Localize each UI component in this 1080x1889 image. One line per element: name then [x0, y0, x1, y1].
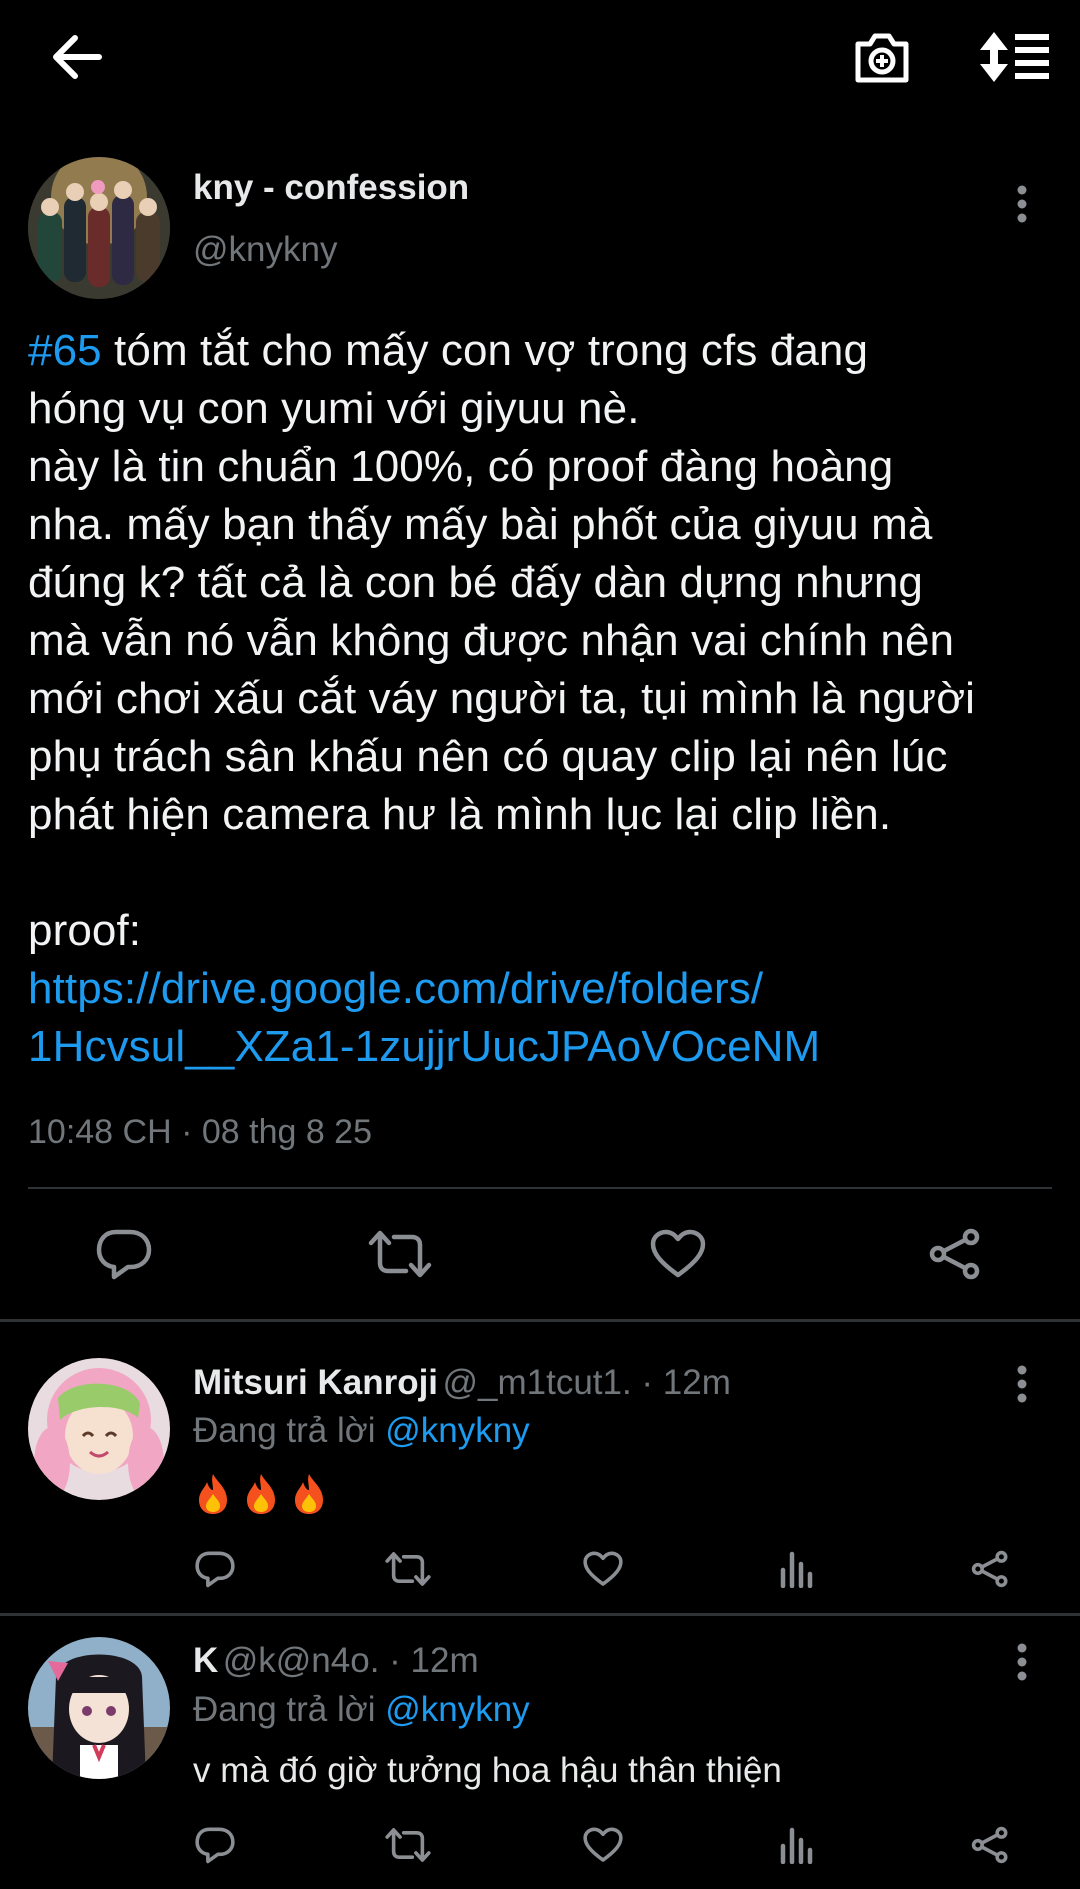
sort-button[interactable]	[970, 12, 1060, 102]
reply-avatar[interactable]	[28, 1358, 170, 1500]
divider	[28, 1187, 1052, 1189]
more-vertical-icon	[1017, 185, 1027, 223]
fire-emoji	[289, 1472, 329, 1516]
reply-icon	[96, 1229, 152, 1280]
reply-icon	[195, 1551, 235, 1588]
more-vertical-icon	[1017, 1643, 1027, 1681]
retweet-icon	[385, 1828, 431, 1862]
share-button[interactable]	[960, 1815, 1020, 1875]
like-button[interactable]	[638, 1214, 718, 1294]
share-button[interactable]	[915, 1214, 995, 1294]
more-vertical-icon	[1017, 1365, 1027, 1403]
share-button[interactable]	[960, 1539, 1020, 1599]
reply-header: K @k@n4o. · 12m	[193, 1641, 479, 1681]
share-icon	[971, 1826, 1008, 1864]
back-button[interactable]	[32, 12, 122, 102]
tweet-more-button[interactable]	[1002, 174, 1042, 234]
add-photo-icon	[855, 33, 909, 83]
tweet-text: tóm tắt cho mấy con vợ trong cfs đang hó…	[28, 326, 976, 955]
fire-emoji	[193, 1472, 233, 1516]
replying-to-handle[interactable]: @knykny	[385, 1411, 529, 1450]
reply-more-button[interactable]	[1002, 1632, 1042, 1692]
analytics-icon	[780, 1551, 813, 1588]
tweet-author-avatar[interactable]	[28, 157, 170, 299]
reply-button[interactable]	[84, 1214, 164, 1294]
retweet-icon	[368, 1230, 432, 1278]
retweet-button[interactable]	[360, 1214, 440, 1294]
proof-link[interactable]: https://drive.google.com/drive/folders/ …	[28, 964, 820, 1071]
like-icon	[650, 1229, 706, 1278]
tweet-author-name[interactable]: kny - confession	[193, 168, 469, 208]
reply-emoji-row	[193, 1472, 337, 1516]
replying-prefix: Đang trả lời	[193, 1690, 386, 1729]
replying-to-line: Đang trả lời @knykny	[193, 1411, 530, 1451]
tweet-body: #65 tóm tắt cho mấy con vợ trong cfs đan…	[28, 322, 1068, 1076]
views-button[interactable]	[767, 1815, 827, 1875]
tweet-timestamp: 10:48 CH · 08 thg 8 25	[28, 1113, 373, 1151]
replying-to-line: Đang trả lời @knykny	[193, 1690, 530, 1730]
replying-to-handle[interactable]: @knykny	[385, 1690, 529, 1729]
reply-author-name[interactable]: Mitsuri Kanroji	[193, 1363, 438, 1402]
like-icon	[583, 1551, 623, 1586]
replying-prefix: Đang trả lời	[193, 1411, 386, 1450]
reply-icon	[195, 1827, 235, 1864]
reply-button[interactable]	[185, 1815, 245, 1875]
retweet-button[interactable]	[378, 1539, 438, 1599]
retweet-icon	[385, 1552, 431, 1586]
fire-emoji	[241, 1472, 281, 1516]
reply-author-meta: @_m1tcut1. · 12m	[442, 1363, 731, 1402]
back-arrow-icon	[53, 35, 102, 79]
separator	[0, 1319, 1080, 1322]
reply-more-button[interactable]	[1002, 1354, 1042, 1414]
separator	[0, 1613, 1080, 1616]
reply-button[interactable]	[185, 1539, 245, 1599]
analytics-icon	[780, 1827, 813, 1864]
retweet-button[interactable]	[378, 1815, 438, 1875]
reply-author-name[interactable]: K	[193, 1641, 218, 1680]
reply-author-meta: @k@n4o. · 12m	[222, 1641, 479, 1680]
like-button[interactable]	[573, 1539, 633, 1599]
tweet-author-handle[interactable]: @knykny	[193, 230, 337, 270]
reply-header: Mitsuri Kanroji @_m1tcut1. · 12m	[193, 1363, 731, 1403]
reply-text: v mà đó giờ tưởng hoa hậu thân thiện	[193, 1751, 782, 1790]
like-button[interactable]	[573, 1815, 633, 1875]
hashtag-link[interactable]: #65	[28, 326, 102, 375]
share-icon	[929, 1228, 980, 1280]
reply-avatar[interactable]	[28, 1637, 170, 1779]
share-icon	[971, 1550, 1008, 1588]
add-photo-button[interactable]	[837, 12, 927, 102]
views-button[interactable]	[767, 1539, 827, 1599]
like-icon	[583, 1827, 623, 1862]
sort-icon	[980, 32, 1049, 82]
